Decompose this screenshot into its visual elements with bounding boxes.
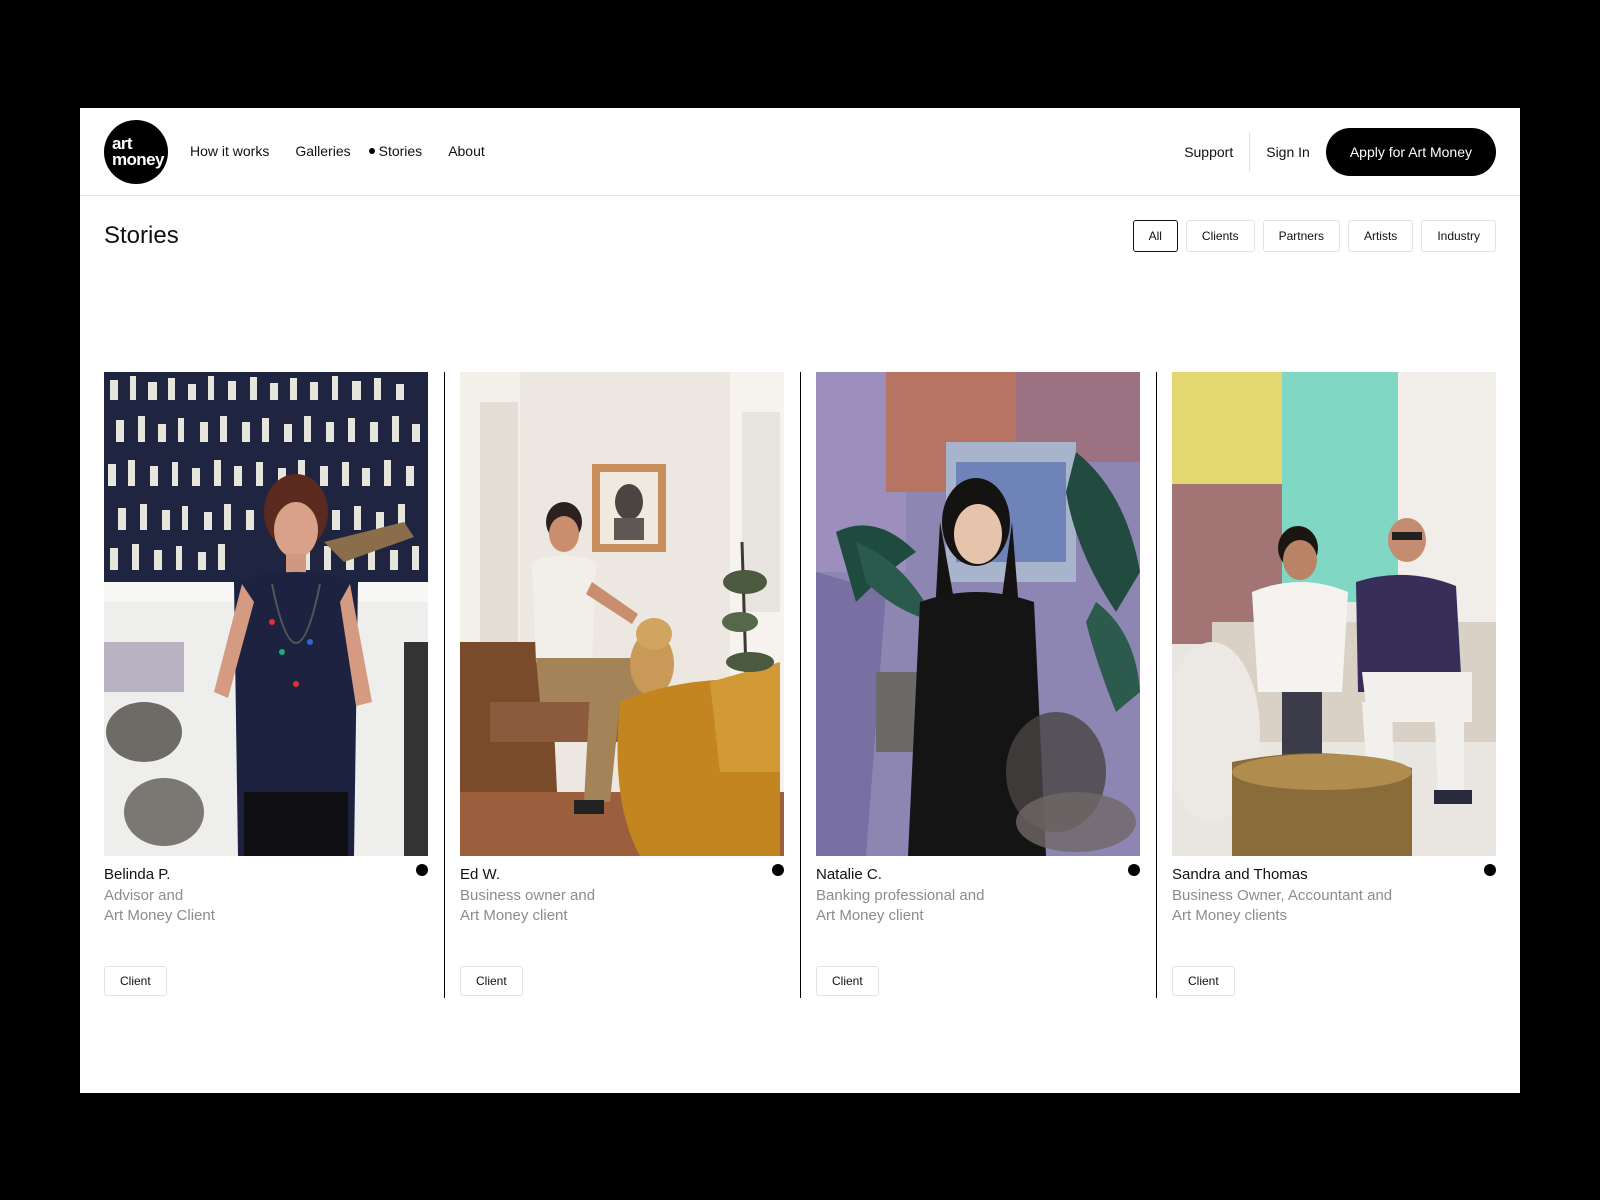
story-name: Ed W. bbox=[460, 866, 501, 883]
story-filters: All Clients Partners Artists Industry bbox=[1125, 220, 1496, 252]
nav-label: How it works bbox=[190, 143, 270, 159]
site-header: art money How it works Galleries Stories… bbox=[80, 108, 1520, 196]
filter-artists[interactable]: Artists bbox=[1347, 220, 1414, 252]
story-photo[interactable] bbox=[460, 372, 784, 856]
story-tag[interactable]: Client bbox=[104, 966, 167, 996]
art-money-logo[interactable]: art money bbox=[104, 120, 168, 184]
story-role-line: Advisor and bbox=[104, 887, 184, 904]
main-nav: How it works Galleries Stories About bbox=[190, 143, 511, 159]
nav-how-it-works[interactable]: How it works bbox=[190, 143, 269, 159]
story-photo[interactable] bbox=[816, 372, 1140, 856]
nav-stories[interactable]: Stories bbox=[368, 143, 423, 159]
story-name: Natalie C. bbox=[816, 866, 882, 883]
card-dot-icon bbox=[772, 864, 784, 876]
story-photo[interactable] bbox=[1172, 372, 1496, 856]
sign-in-link[interactable]: Sign In bbox=[1250, 144, 1326, 160]
story-photo[interactable] bbox=[104, 372, 428, 856]
card-dot-icon bbox=[416, 864, 428, 876]
filter-all[interactable]: All bbox=[1132, 220, 1178, 252]
story-tag[interactable]: Client bbox=[816, 966, 879, 996]
story-role: Business owner and Art Money client bbox=[460, 886, 760, 926]
nav-label: About bbox=[448, 143, 485, 159]
card-dot-icon bbox=[1128, 864, 1140, 876]
page-title: Stories bbox=[104, 222, 179, 249]
story-card[interactable]: Sandra and Thomas Business Owner, Accoun… bbox=[1172, 372, 1496, 998]
support-link[interactable]: Support bbox=[1184, 132, 1251, 172]
story-name: Sandra and Thomas bbox=[1172, 866, 1308, 883]
nav-galleries[interactable]: Galleries bbox=[295, 143, 350, 159]
story-card[interactable]: Belinda P. Advisor and Art Money Client … bbox=[104, 372, 428, 998]
story-name: Belinda P. bbox=[104, 866, 171, 883]
page-container: art money How it works Galleries Stories… bbox=[80, 108, 1520, 1093]
stories-grid: Belinda P. Advisor and Art Money Client … bbox=[104, 372, 1497, 998]
story-role-line: Art Money Client bbox=[104, 907, 215, 924]
story-role-line: Business Owner, Accountant and bbox=[1172, 887, 1393, 904]
story-role-line: Business owner and bbox=[460, 887, 596, 904]
story-role: Banking professional and Art Money clien… bbox=[816, 886, 1116, 926]
nav-about[interactable]: About bbox=[448, 143, 485, 159]
story-role: Advisor and Art Money Client bbox=[104, 886, 404, 926]
card-dot-icon bbox=[1484, 864, 1496, 876]
filter-partners[interactable]: Partners bbox=[1262, 220, 1340, 252]
story-role-line: Art Money clients bbox=[1172, 907, 1288, 924]
story-role-line: Art Money client bbox=[460, 907, 568, 924]
story-role: Business Owner, Accountant and Art Money… bbox=[1172, 886, 1472, 926]
nav-label: Galleries bbox=[295, 143, 351, 159]
filter-industry[interactable]: Industry bbox=[1421, 220, 1496, 252]
story-role-line: Art Money client bbox=[816, 907, 924, 924]
story-tag[interactable]: Client bbox=[1172, 966, 1235, 996]
apply-button[interactable]: Apply for Art Money bbox=[1325, 128, 1496, 176]
story-role-line: Banking professional and bbox=[816, 887, 985, 904]
nav-label: Stories bbox=[378, 143, 423, 159]
header-actions: Support Sign In Apply for Art Money bbox=[1184, 128, 1496, 176]
filter-clients[interactable]: Clients bbox=[1185, 220, 1255, 252]
story-tag[interactable]: Client bbox=[460, 966, 523, 996]
logo-text-money: money bbox=[112, 150, 164, 169]
active-indicator-dot bbox=[368, 148, 375, 154]
story-card[interactable]: Ed W. Business owner and Art Money clien… bbox=[460, 372, 784, 998]
story-card[interactable]: Natalie C. Banking professional and Art … bbox=[816, 372, 1140, 998]
